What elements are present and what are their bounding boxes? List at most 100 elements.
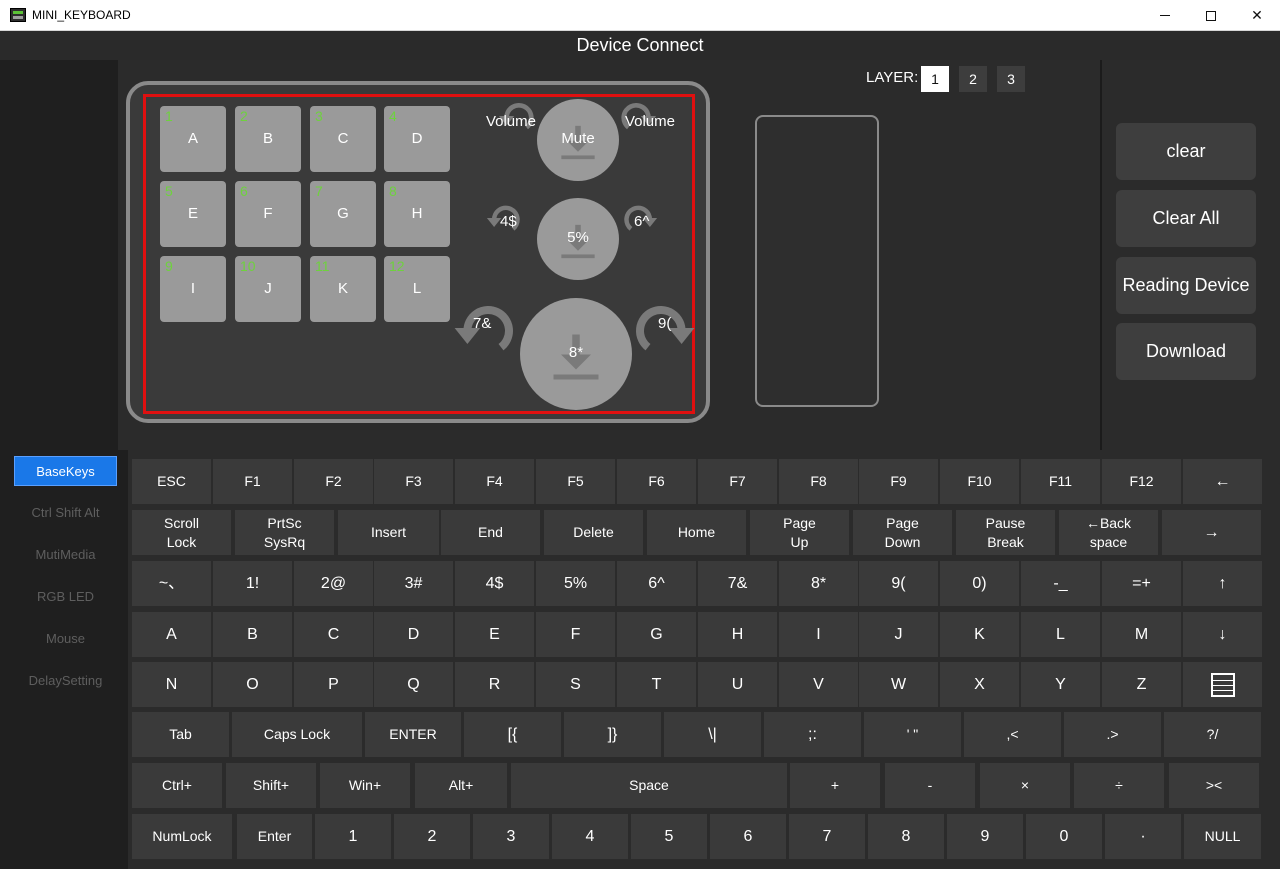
key-0[interactable]: 0 [1026,814,1102,859]
nav-ctrl-shift-alt[interactable]: Ctrl Shift Alt [14,498,117,528]
key-7[interactable]: 7 [789,814,865,859]
close-button[interactable]: ✕ [1234,0,1280,31]
key-numlock[interactable]: NumLock [132,814,232,859]
key-end[interactable]: End [441,510,540,555]
key-2[interactable]: 2 [394,814,470,859]
key-4[interactable]: 4 [552,814,628,859]
key-sym[interactable]: >< [1169,763,1259,808]
key-page-down[interactable]: Page Down [853,510,952,555]
key-f11[interactable]: F11 [1021,459,1100,504]
key-u[interactable]: U [698,662,777,707]
key-shift[interactable]: Shift+ [226,763,316,808]
key-f4[interactable]: F4 [455,459,534,504]
minimize-button[interactable] [1142,0,1188,31]
pad-key-7[interactable]: 7G [310,181,376,247]
key-j[interactable]: J [859,612,938,657]
maximize-button[interactable] [1188,0,1234,31]
pad-key-11[interactable]: 11 K [310,256,376,322]
key-5[interactable]: 5% [536,561,615,606]
key-pause-break[interactable]: Pause Break [956,510,1055,555]
pad-key-10[interactable]: 10 J [235,256,301,322]
key-sym[interactable]: ~、 [132,561,211,606]
pad-key-6[interactable]: 6F [235,181,301,247]
key-6[interactable]: 6^ [617,561,696,606]
key-8[interactable]: 8* [779,561,858,606]
key-sym[interactable]: → [1162,510,1261,555]
key-prtsc-sysrq[interactable]: PrtSc SysRq [235,510,334,555]
pad-key-8[interactable]: 8H [384,181,450,247]
key-v[interactable]: V [779,662,858,707]
key-sym[interactable]: .> [1064,712,1161,757]
key-l[interactable]: L [1021,612,1100,657]
key-k[interactable]: K [940,612,1019,657]
key-f10[interactable]: F10 [940,459,1019,504]
pad-key-4[interactable]: 4D [384,106,450,172]
key-sym[interactable]: =+ [1102,561,1181,606]
key-t[interactable]: T [617,662,696,707]
key-5[interactable]: 5 [631,814,707,859]
key-3[interactable]: 3# [374,561,453,606]
nav-mouse[interactable]: Mouse [14,624,117,654]
key-alt[interactable]: Alt+ [415,763,507,808]
key-sym[interactable]: × [980,763,1070,808]
key-scroll-lock[interactable]: Scroll Lock [132,510,231,555]
key-enter[interactable]: Enter [237,814,312,859]
key-f3[interactable]: F3 [374,459,453,504]
key-f9[interactable]: F9 [859,459,938,504]
key-2[interactable]: 2@ [294,561,373,606]
key-3[interactable]: 3 [473,814,549,859]
key-sym[interactable]: ' " [864,712,961,757]
key-d[interactable]: D [374,612,453,657]
key-z[interactable]: Z [1102,662,1181,707]
nav-delaysetting[interactable]: DelaySetting [14,666,117,696]
key-sym[interactable]: ÷ [1074,763,1164,808]
key-f8[interactable]: F8 [779,459,858,504]
nav-mutimedia[interactable]: MutiMedia [14,540,117,570]
key-c[interactable]: C [294,612,373,657]
key-win[interactable]: Win+ [320,763,410,808]
pad-key-1[interactable]: 1A [160,106,226,172]
key-f7[interactable]: F7 [698,459,777,504]
key-f5[interactable]: F5 [536,459,615,504]
key-page-up[interactable]: Page Up [750,510,849,555]
key-w[interactable]: W [859,662,938,707]
key-y[interactable]: Y [1021,662,1100,707]
pad-key-5[interactable]: 5E [160,181,226,247]
key-a[interactable]: A [132,612,211,657]
key-f[interactable]: F [536,612,615,657]
key-b[interactable]: B [213,612,292,657]
key-delete[interactable]: Delete [544,510,643,555]
layer-3-button[interactable]: 3 [997,66,1025,92]
pad-key-12[interactable]: 12 L [384,256,450,322]
key-m[interactable]: M [1102,612,1181,657]
key-sym[interactable]: -_ [1021,561,1100,606]
key-n[interactable]: N [132,662,211,707]
pad-key-3[interactable]: 3C [310,106,376,172]
key-f6[interactable]: F6 [617,459,696,504]
key-h[interactable]: H [698,612,777,657]
key-sym[interactable]: \| [664,712,761,757]
key-g[interactable]: G [617,612,696,657]
nav-rgb-led[interactable]: RGB LED [14,582,117,612]
key-sym[interactable]: ↓ [1183,612,1262,657]
key-sym[interactable]: ;: [764,712,861,757]
key-6[interactable]: 6 [710,814,786,859]
knob-2[interactable]: 5% [537,198,619,280]
key-f12[interactable]: F12 [1102,459,1181,504]
key-r[interactable]: R [455,662,534,707]
key-q[interactable]: Q [374,662,453,707]
key-1[interactable]: 1 [315,814,391,859]
pad-key-9[interactable]: 9I [160,256,226,322]
key-insert[interactable]: Insert [338,510,439,555]
key-caps-lock[interactable]: Caps Lock [232,712,362,757]
key-s[interactable]: S [536,662,615,707]
clear-all-button[interactable]: Clear All [1116,190,1256,247]
nav-basekeys[interactable]: BaseKeys [14,456,117,486]
key-home[interactable]: Home [647,510,746,555]
key-sym[interactable]: + [790,763,880,808]
key-sym[interactable]: [{ [464,712,561,757]
key-x[interactable]: X [940,662,1019,707]
download-button[interactable]: Download [1116,323,1256,380]
key-tab[interactable]: Tab [132,712,229,757]
key-sym[interactable]: ]} [564,712,661,757]
